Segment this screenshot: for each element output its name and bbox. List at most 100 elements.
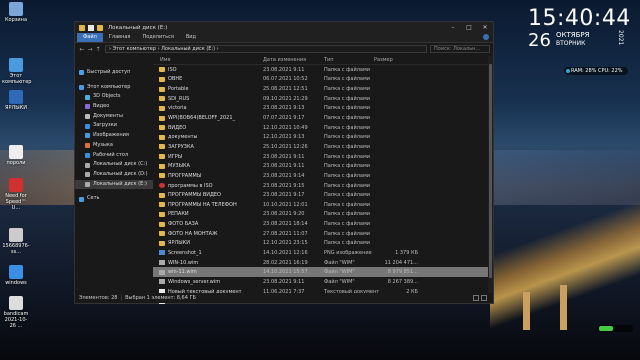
file-row[interactable]: Screenshot_1 14.10.2021 12:16 PNG изображе… [153,248,493,258]
nav-item[interactable]: Загрузки [75,121,153,131]
properties-icon[interactable] [88,24,94,31]
system-monitor-widget[interactable]: RAM: 28% CPU: 22% [564,67,628,75]
battery-widget[interactable] [597,325,633,332]
file-type: Папка с файлами [324,105,370,112]
file-row[interactable]: ISO 23.08.2021 9:11 Папка с файлами [153,65,493,75]
desktop-icon[interactable]: ЯРЛЫКИ [2,90,30,111]
file-row[interactable]: Portable 25.08.2021 12:51 Папка с файлами [153,84,493,94]
file-name-cell: ЗАГРУЗКА [153,144,263,150]
file-row[interactable]: OBHE 06.07.2021 10:52 Папка с файлами [153,75,493,85]
recycle-bin-icon [9,2,23,16]
column-type[interactable]: Тип [324,57,374,63]
desktop-icon[interactable]: Этот компьютер [2,58,31,85]
desktop-icon[interactable]: bandicam 2021-10-26 ... [2,296,30,329]
desktop-icon-label: bandicam 2021-10-26 ... [3,311,29,329]
help-icon[interactable] [483,34,489,40]
nav-item[interactable]: Быстрый доступ [75,68,153,78]
nav-item[interactable]: Локальный диск (E:) [75,179,153,190]
file-type: Папка с файлами [324,124,370,131]
nav-item[interactable]: Сеть [75,194,153,204]
column-date[interactable]: Дата изменения [263,57,324,63]
nav-item[interactable]: Документы [75,112,153,122]
scrollbar-thumb[interactable] [489,64,492,278]
file-name-cell: ЯРЛЫКИ [153,240,263,246]
file-row[interactable]: ВИДЕО 12.10.2021 10:49 Папка с файлами [153,123,493,133]
file-row[interactable]: МУЗЫКА 23.08.2021 9:11 Папка с файлами [153,161,493,171]
nav-item[interactable]: Музыка [75,141,153,151]
clock-month: ОКТЯБРЯ [556,31,590,39]
navigation-pane: Быстрый доступ Этот компьютер 3D Objects Ви… [75,56,153,294]
tab-home[interactable]: Главная [103,33,137,42]
folder-icon [159,105,165,111]
details-view-icon[interactable] [473,295,479,301]
file-name-cell: Screenshot_1 [153,250,263,256]
explorer-window[interactable]: Локальный диск (E:) – □ ✕ Файл Главная П… [74,21,494,304]
nav-item-label: Рабочий стол [93,151,129,158]
file-row[interactable]: ФОТО НА МОНТАЖ 27.08.2021 11:07 Папка с фа… [153,229,493,239]
file-row[interactable]: ЗАГРУЗКА 25.10.2021 12:26 Папка с файлами [153,142,493,152]
file-type: Папка с файлами [324,211,370,218]
file-name-cell: ПРОГРАММЫ НА ТЕЛЕФОН [153,202,263,208]
file-date: 28.02.2021 16:19 [263,259,308,266]
desktop-icon[interactable]: windows [2,265,30,286]
file-date: 25.10.2021 12:26 [263,143,308,150]
tiles-view-icon[interactable] [481,295,487,301]
file-name-cell: WIN-10.wim [153,260,263,266]
scrollbar[interactable] [488,56,493,294]
column-name[interactable]: Имя [153,57,263,63]
file-name-cell: документы [153,134,263,140]
image-file-icon [9,228,23,242]
desktop-icon[interactable]: Need for Speed™ U... [2,178,30,211]
tab-view[interactable]: Вид [180,33,202,42]
file-row[interactable]: Windows_server.wim 23.08.2021 9:11 Файл "W… [153,277,493,287]
tab-file[interactable]: Файл [77,33,103,42]
nav-item[interactable]: Видео [75,102,153,112]
file-row[interactable]: программы в ISO 23.08.2021 9:15 Папка с фа… [153,181,493,191]
tab-share[interactable]: Поделиться [136,33,179,42]
file-row[interactable]: win-11.wim 14.10.2021 15:57 Файл "WIM" 8 97… [153,267,493,278]
desktop-icon[interactable]: пороли [2,145,30,166]
file-row[interactable]: ПРОГРАММЫ НА ТЕЛЕФОН 10.10.2021 12:01 Папк… [153,200,493,210]
file-row[interactable]: SDI_RUS 09.10.2021 21:29 Папка с файлами [153,94,493,104]
nav-item[interactable]: Локальный диск (C:) [75,160,153,170]
minimize-button[interactable]: – [445,22,461,33]
file-row[interactable]: ПРОГРАММЫ 23.08.2021 9:14 Папка с файлами [153,171,493,181]
close-button[interactable]: ✕ [477,22,493,33]
nav-item[interactable]: Локальный диск (D:) [75,170,153,180]
title-bar[interactable]: Локальный диск (E:) – □ ✕ [75,22,493,33]
column-size[interactable]: Размер [374,57,422,63]
item-count: Элементов: 28 [79,295,118,301]
file-row[interactable]: victoria 23.08.2021 9:13 Папка с файлами [153,104,493,114]
nav-item[interactable]: Изображения [75,131,153,141]
desktop-icon[interactable]: 15668976-ss... [2,228,30,255]
back-arrow-icon[interactable]: ← [78,46,86,53]
forward-arrow-icon[interactable]: → [86,46,94,53]
nav-item[interactable]: Этот компьютер [75,83,153,93]
nav-item[interactable]: 3D Objects [75,92,153,102]
file-row[interactable]: ЯРЛЫКИ 12.10.2021 23:15 Папка с файлами [153,239,493,249]
file-row[interactable]: документы 12.10.2021 9:13 Папка с файлами [153,132,493,142]
file-row[interactable]: РЕПАКИ 23.08.2021 9:20 Папка с файлами [153,210,493,220]
search-input[interactable]: Поиск: Локальн... [430,45,490,53]
file-row[interactable]: ПРОГРАММЫ ВИДЕО 23.08.2021 9:17 Папка с фа… [153,190,493,200]
file-size: 1 379 КБ [395,249,418,256]
address-path[interactable]: › Этот компьютер › Локальный диск (E:) › [105,45,427,53]
file-date: 27.08.2021 11:07 [263,230,308,237]
nav-item[interactable]: Рабочий стол [75,151,153,161]
file-name-cell: victoria [153,105,263,111]
file-row[interactable]: ИГРЫ 23.08.2021 9:11 Папка с файлами [153,152,493,162]
file-row[interactable]: ФОТО БАЗА 23.08.2021 18:14 Папка с файлами [153,219,493,229]
file-type: Папка с файлами [324,221,370,228]
new-folder-icon[interactable] [97,24,103,31]
column-headers: Имя Дата изменения Тип Размер [153,56,493,65]
file-type: Файл "WIM" [324,259,355,266]
drive-icon [85,162,90,168]
file-row[interactable]: WIN-10.wim 28.02.2021 16:19 Файл "WIM" 11 2… [153,258,493,268]
file-name-cell: ISO [153,67,263,73]
maximize-button[interactable]: □ [461,22,477,33]
up-arrow-icon[interactable]: ↑ [94,46,102,53]
file-type: Папка с файлами [324,192,370,199]
file-row[interactable]: WPI(BOB64)BELOFF_2021_ 07.07.2021 9:17 Пап… [153,113,493,123]
desktop-icon[interactable]: Корзина [2,2,30,23]
monitor-icon [566,69,570,73]
